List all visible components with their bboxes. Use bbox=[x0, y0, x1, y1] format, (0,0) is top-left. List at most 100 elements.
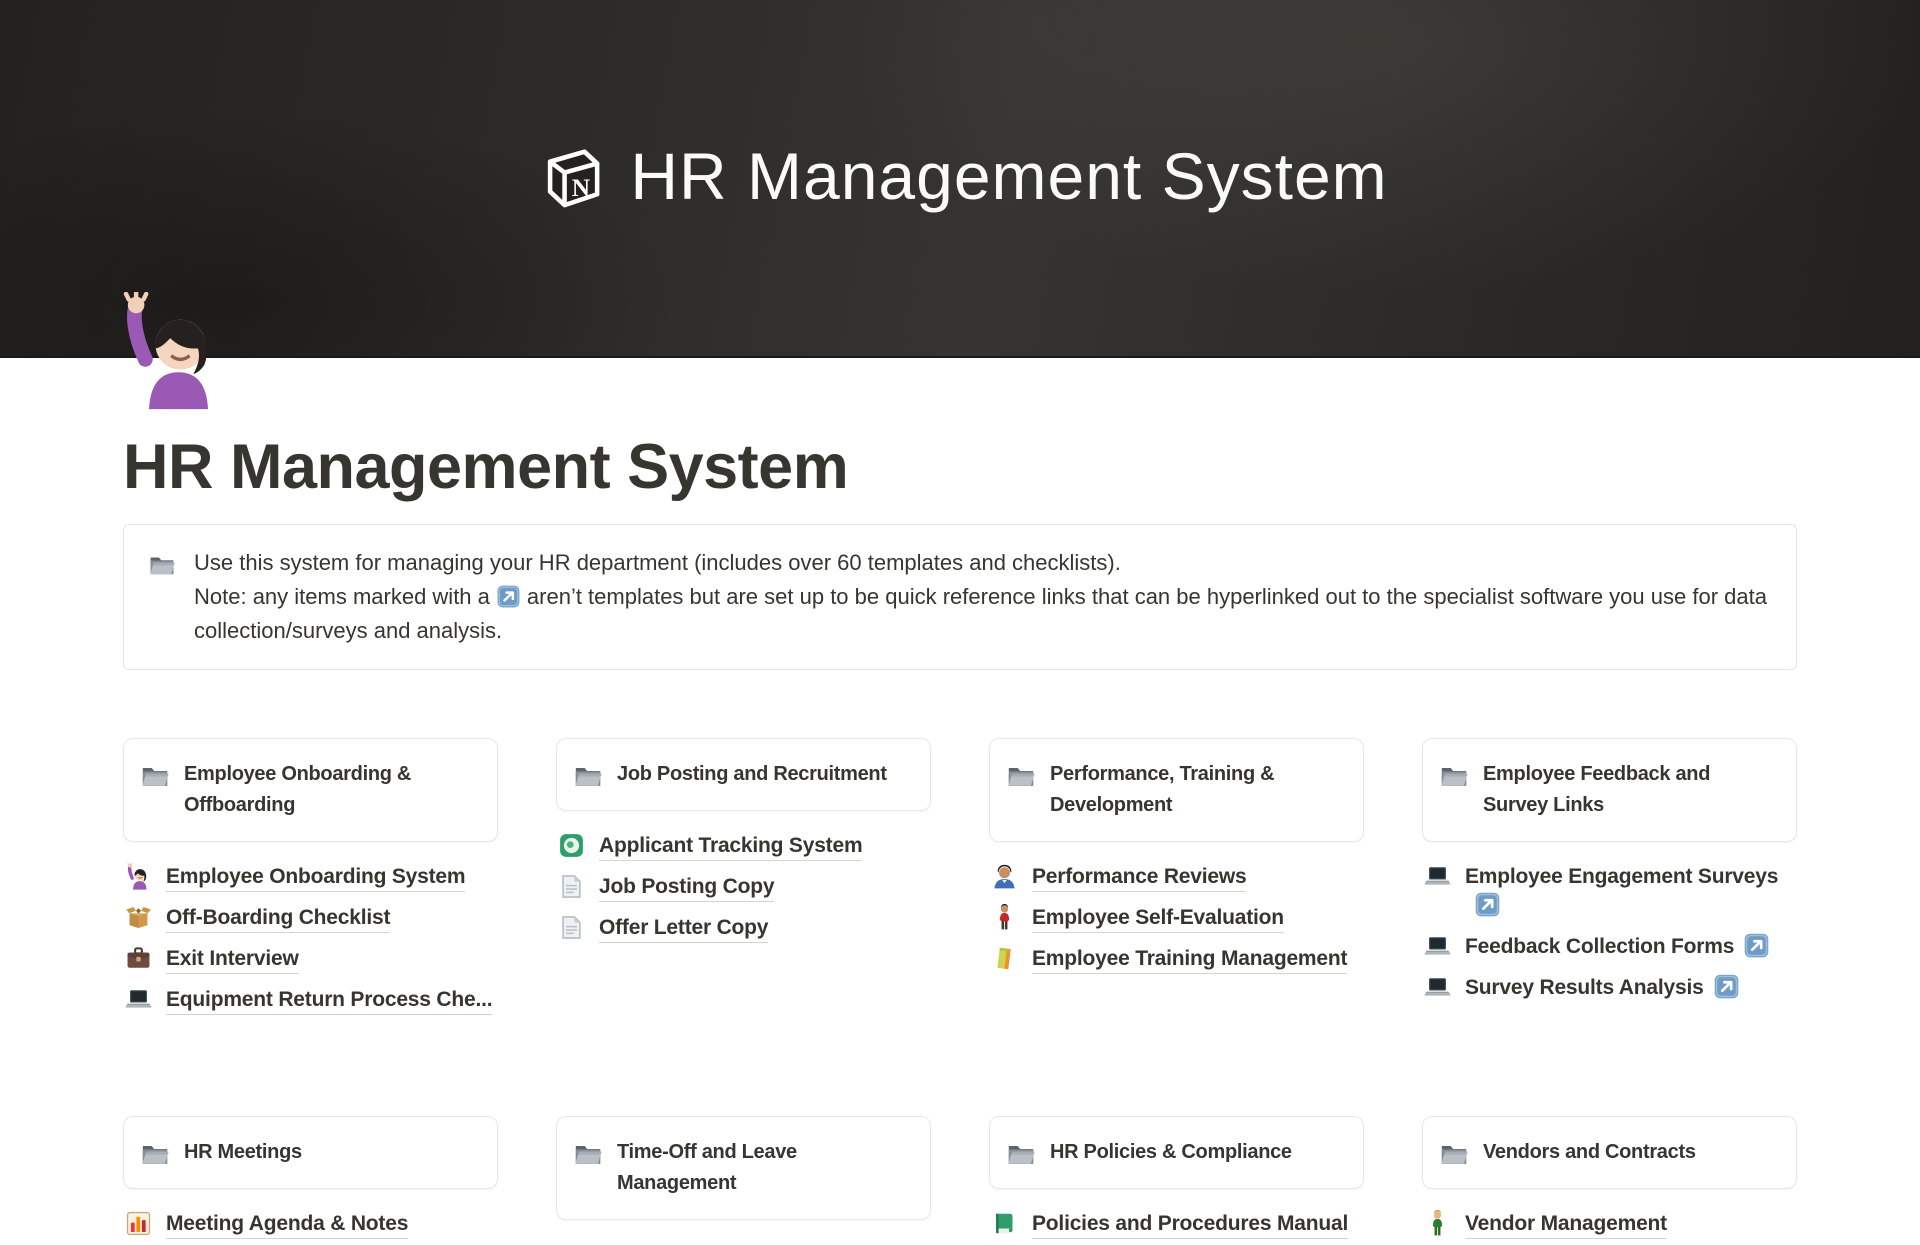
section-title: HR Policies & Compliance bbox=[1050, 1137, 1292, 1168]
section-title: Employee Feedback and Survey Links bbox=[1483, 759, 1710, 821]
page-link[interactable]: Employee Training Management bbox=[989, 938, 1364, 979]
page-link[interactable]: Job Posting Copy bbox=[556, 866, 931, 907]
section-card: HR Meetings bbox=[123, 1116, 498, 1189]
page-link[interactable]: Offer Letter Copy bbox=[556, 907, 931, 948]
laptop-icon bbox=[1424, 933, 1451, 960]
page-link[interactable]: Feedback Collection Forms bbox=[1422, 926, 1797, 967]
section-links: Performance Reviews Employee Self-Evaluat… bbox=[989, 856, 1364, 979]
bar-chart-icon bbox=[125, 1210, 152, 1237]
folder-icon bbox=[1439, 760, 1469, 790]
briefcase-icon bbox=[125, 945, 152, 972]
page-link-label: Employee Self-Evaluation bbox=[1032, 906, 1284, 933]
laptop-icon bbox=[125, 986, 152, 1013]
callout-line-2-before: Note: any items marked with a bbox=[194, 584, 490, 609]
laptop-icon bbox=[1424, 974, 1451, 1001]
page-link[interactable]: Policies and Procedures Manual bbox=[989, 1203, 1364, 1244]
folder-icon bbox=[1439, 1138, 1469, 1168]
open-box-icon bbox=[125, 904, 152, 931]
person-standing-red-icon bbox=[991, 904, 1018, 931]
section-card: Employee Onboarding & Offboarding bbox=[123, 738, 498, 842]
page-link[interactable]: Equipment Return Process Che... bbox=[123, 979, 498, 1020]
page-link-label: Equipment Return Process Che... bbox=[166, 988, 492, 1015]
page-link[interactable]: Vendor Management bbox=[1422, 1203, 1797, 1244]
page-link[interactable]: Applicant Tracking System bbox=[556, 825, 931, 866]
folder-icon bbox=[1006, 1138, 1036, 1168]
woman-raising-hand-page-icon[interactable] bbox=[114, 292, 232, 412]
section-card: Performance, Training & Development bbox=[989, 738, 1364, 842]
page-link-label: Meeting Agenda & Notes bbox=[166, 1212, 408, 1239]
page-curl-icon bbox=[558, 873, 585, 900]
page-link[interactable]: Off-Boarding Checklist bbox=[123, 897, 498, 938]
section-links: Vendor Management bbox=[1422, 1203, 1797, 1244]
page-content: HR Management System Use this system for… bbox=[123, 430, 1797, 1244]
green-book-icon bbox=[991, 1210, 1018, 1237]
callout-text: Use this system for managing your HR dep… bbox=[194, 546, 1772, 648]
section-links: Employee Onboarding System Off-Boarding C… bbox=[123, 856, 498, 1020]
notion-logo-icon: N bbox=[532, 140, 608, 216]
book-standing-icon bbox=[991, 945, 1018, 972]
section-card: Job Posting and Recruitment bbox=[556, 738, 931, 811]
section-column: Performance, Training & Development Perfo… bbox=[989, 738, 1364, 979]
section-card: HR Policies & Compliance bbox=[989, 1116, 1364, 1189]
section-column: Employee Feedback and Survey Links Employ… bbox=[1422, 738, 1797, 1008]
man-office-worker-icon bbox=[991, 863, 1018, 890]
sections-row-1: Employee Onboarding & Offboarding Employe… bbox=[123, 738, 1797, 1020]
section-column: HR Meetings Meeting Agenda & Notes bbox=[123, 1116, 498, 1244]
section-links: Applicant Tracking System Job Posting Cop… bbox=[556, 825, 931, 948]
callout-line-2: Note: any items marked with aaren’t temp… bbox=[194, 580, 1772, 648]
folder-icon bbox=[573, 760, 603, 790]
section-links: Meeting Agenda & Notes bbox=[123, 1203, 498, 1244]
callout-line-1: Use this system for managing your HR dep… bbox=[194, 546, 1772, 580]
section-card: Time-Off and Leave Management bbox=[556, 1116, 931, 1220]
cover-title-group: N HR Management System bbox=[532, 140, 1387, 216]
page-link-label: Employee Training Management bbox=[1032, 947, 1347, 974]
section-title: Time-Off and Leave Management bbox=[617, 1137, 797, 1199]
page-link-label: Offer Letter Copy bbox=[599, 916, 768, 943]
page-link[interactable]: Survey Results Analysis bbox=[1422, 967, 1797, 1008]
page-link-label: Employee Onboarding System bbox=[166, 865, 465, 892]
svg-text:N: N bbox=[572, 174, 590, 202]
page-link-label: Survey Results Analysis bbox=[1465, 976, 1704, 1002]
section-column: Job Posting and Recruitment Applicant Tra… bbox=[556, 738, 931, 948]
page-link-label: Policies and Procedures Manual bbox=[1032, 1212, 1348, 1239]
page-link[interactable]: Employee Self-Evaluation bbox=[989, 897, 1364, 938]
page-link-label: Off-Boarding Checklist bbox=[166, 906, 390, 933]
page-link-label: Vendor Management bbox=[1465, 1212, 1667, 1239]
section-column: HR Policies & Compliance Policies and Pro… bbox=[989, 1116, 1364, 1244]
section-title: HR Meetings bbox=[184, 1137, 302, 1168]
folder-icon bbox=[140, 760, 170, 790]
sections-row-2: HR Meetings Meeting Agenda & Notes Time-Of… bbox=[123, 1116, 1797, 1244]
page-link-label: Job Posting Copy bbox=[599, 875, 774, 902]
section-column: Employee Onboarding & Offboarding Employe… bbox=[123, 738, 498, 1020]
cover-title: HR Management System bbox=[630, 143, 1387, 213]
page-link[interactable]: Exit Interview bbox=[123, 938, 498, 979]
woman-raising-hand-icon bbox=[125, 863, 152, 890]
page-link-label: Applicant Tracking System bbox=[599, 834, 862, 861]
section-card: Vendors and Contracts bbox=[1422, 1116, 1797, 1189]
page-link[interactable]: Meeting Agenda & Notes bbox=[123, 1203, 498, 1244]
page-link-label: Exit Interview bbox=[166, 947, 299, 974]
section-column: Time-Off and Leave Management bbox=[556, 1116, 931, 1234]
ats-app-icon bbox=[558, 832, 585, 859]
folder-icon bbox=[1006, 760, 1036, 790]
page-link[interactable]: Performance Reviews bbox=[989, 856, 1364, 897]
page-link[interactable]: Employee Onboarding System bbox=[123, 856, 498, 897]
arrow-up-right-icon bbox=[496, 584, 521, 609]
section-title: Performance, Training & Development bbox=[1050, 759, 1274, 821]
section-title: Vendors and Contracts bbox=[1483, 1137, 1696, 1168]
cover-image: N HR Management System bbox=[0, 0, 1920, 358]
section-links: Policies and Procedures Manual bbox=[989, 1203, 1364, 1244]
page-link-label: Employee Engagement Surveys bbox=[1465, 865, 1778, 891]
section-links: Employee Engagement Surveys Feedback Coll… bbox=[1422, 856, 1797, 1008]
page-curl-icon bbox=[558, 914, 585, 941]
page-link-label: Feedback Collection Forms bbox=[1465, 935, 1734, 961]
folder-icon bbox=[140, 1138, 170, 1168]
external-link-icon bbox=[1474, 891, 1501, 918]
laptop-icon bbox=[1424, 863, 1451, 890]
section-title: Employee Onboarding & Offboarding bbox=[184, 759, 411, 821]
page-link[interactable]: Employee Engagement Surveys bbox=[1422, 856, 1797, 926]
callout: Use this system for managing your HR dep… bbox=[123, 524, 1797, 670]
section-column: Vendors and Contracts Vendor Management bbox=[1422, 1116, 1797, 1244]
folder-icon bbox=[573, 1138, 603, 1168]
person-standing-green-icon bbox=[1424, 1210, 1451, 1237]
